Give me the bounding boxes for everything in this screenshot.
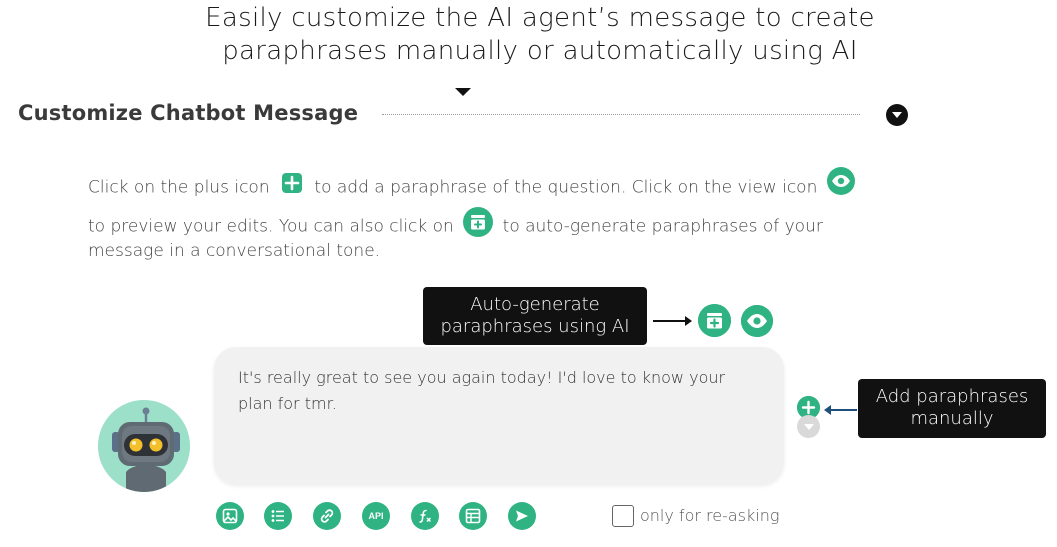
insert-api-button[interactable]: API [362, 502, 390, 530]
api-icon: API [368, 511, 384, 521]
expand-paraphrases-button[interactable] [797, 415, 820, 438]
callout-line-1: Auto-generate [470, 294, 600, 315]
image-icon [222, 508, 238, 524]
instruction-text: to preview your edits. You can also clic… [88, 216, 454, 237]
collapse-toggle-icon[interactable] [886, 104, 908, 126]
auto-generate-callout: Auto-generate paraphrases using AI [423, 287, 647, 345]
pointer-arrow-icon [455, 88, 471, 96]
eye-icon [741, 305, 773, 337]
send-button[interactable] [508, 502, 536, 530]
robot-icon [98, 400, 190, 492]
instruction-text: to add a paraphrase of the question. Cli… [314, 177, 818, 198]
plus-icon [281, 172, 303, 199]
table-icon [465, 508, 481, 524]
auto-generate-icon [698, 304, 731, 337]
callout-arrow [653, 320, 685, 322]
auto-generate-button[interactable] [698, 304, 731, 337]
instruction-line-3: message in a conversational tone. [88, 241, 381, 261]
manual-callout-arrow [830, 409, 857, 411]
send-icon [516, 510, 528, 522]
eye-icon [826, 167, 855, 200]
chatbot-message-text: It's really great to see you again today… [238, 368, 726, 413]
manual-callout: Add paraphrases manually [858, 379, 1046, 438]
list-icon [271, 510, 284, 522]
headline: Easily customize the AI agent’s message … [120, 2, 960, 68]
callout-line-2: manually [910, 408, 994, 429]
insert-link-button[interactable] [313, 502, 341, 530]
auto-generate-icon [463, 207, 494, 242]
headline-line-1: Easily customize the AI agent’s message … [205, 3, 875, 33]
callout-line-2: paraphrases using AI [440, 316, 630, 337]
insert-image-button[interactable] [216, 502, 244, 530]
chatbot-message-bubble[interactable]: It's really great to see you again today… [214, 347, 784, 484]
callout-line-1: Add paraphrases [875, 386, 1029, 407]
instruction-text: to auto-generate paraphrases of your [502, 216, 823, 237]
section-title: Customize Chatbot Message [18, 101, 359, 125]
manual-callout-arrow-head [824, 405, 831, 415]
only-reasking-label[interactable]: only for re-asking [640, 506, 779, 525]
insert-function-button[interactable] [411, 502, 439, 530]
link-icon [320, 509, 334, 523]
instruction-line-2: to preview your edits. You can also clic… [88, 207, 823, 244]
instruction-line-1: Click on the plus icon to add a paraphra… [88, 167, 855, 204]
function-icon [419, 509, 431, 523]
section-divider [382, 114, 860, 115]
headline-line-2: paraphrases manually or automatically us… [222, 36, 858, 66]
bot-avatar [98, 400, 190, 492]
instruction-text: Click on the plus icon [88, 177, 270, 198]
insert-table-button[interactable] [459, 502, 487, 530]
preview-button[interactable] [741, 305, 773, 337]
callout-arrow-head [685, 316, 692, 326]
only-reasking-checkbox[interactable] [612, 505, 634, 527]
insert-list-button[interactable] [264, 502, 292, 530]
paraphrase-controls [797, 396, 820, 438]
